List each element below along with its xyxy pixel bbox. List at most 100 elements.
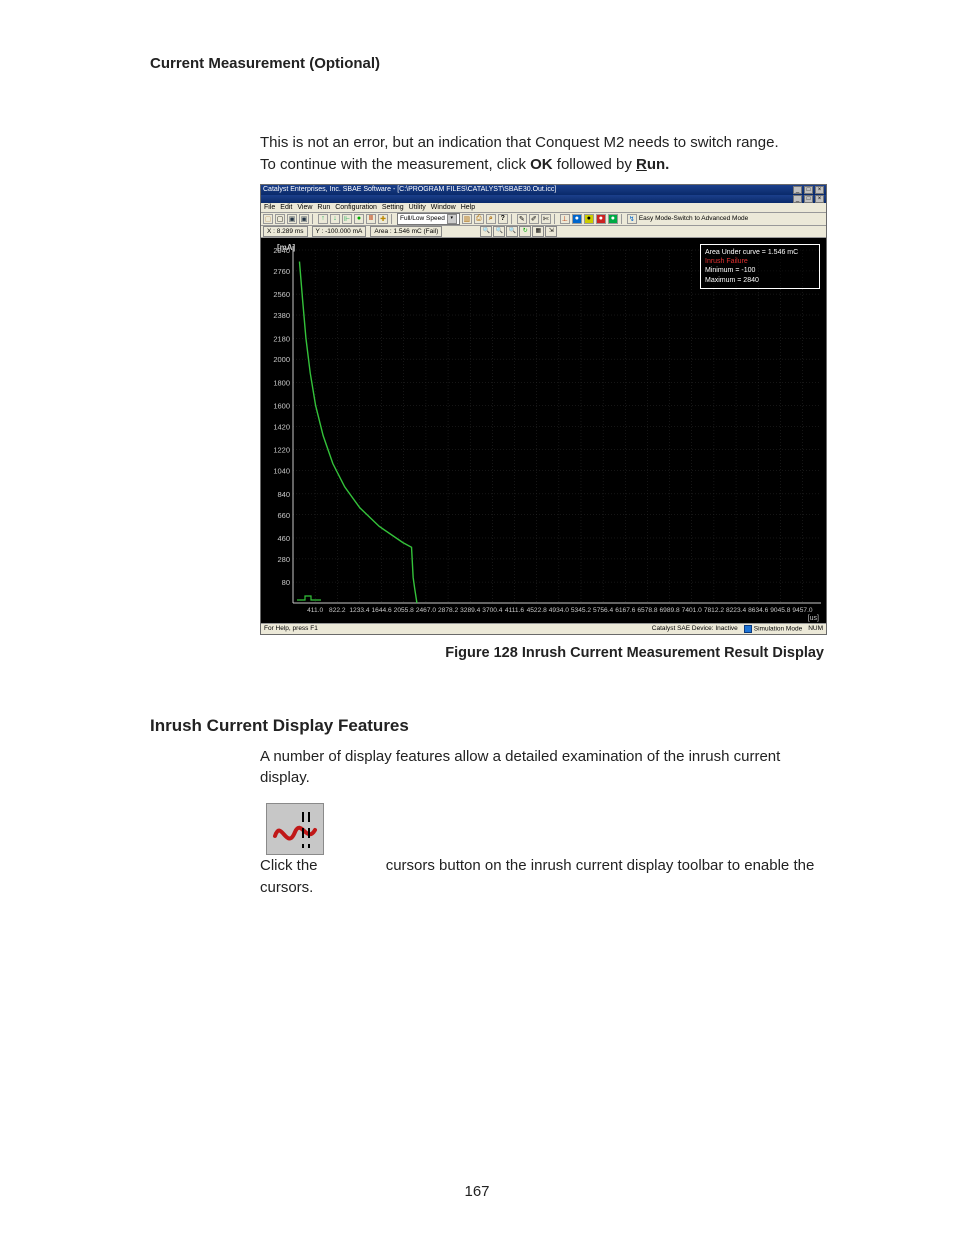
svg-text:1220: 1220: [273, 445, 290, 454]
svg-text:8223.4: 8223.4: [726, 607, 747, 614]
intro-line2b: followed by: [553, 156, 636, 173]
status-num: NUM: [808, 625, 823, 633]
save-icon[interactable]: ▣: [287, 214, 297, 224]
tool-b-icon[interactable]: ✐: [529, 214, 539, 224]
svg-text:6167.6: 6167.6: [615, 607, 636, 614]
overlay-max: Maximum = 2840: [705, 276, 815, 285]
status-help: For Help, press F1: [264, 625, 318, 632]
zoom-fit-icon[interactable]: 🔍: [506, 226, 518, 237]
statusbar: For Help, press F1 Catalyst SAE Device: …: [261, 623, 826, 634]
menu-help[interactable]: Help: [461, 203, 475, 212]
zoom-out-icon[interactable]: 🔍: [493, 226, 505, 237]
svg-text:2560: 2560: [273, 290, 290, 299]
separator-icon: [312, 214, 315, 224]
figure-caption: Figure 128 Inrush Current Measurement Re…: [260, 645, 824, 661]
speed-combo[interactable]: Full/Low Speed ▾: [397, 213, 460, 225]
mode-hint: Easy Mode-Switch to Advanced Mode: [639, 215, 748, 222]
cursors-icon[interactable]: ⊩: [342, 214, 352, 224]
svg-text:1800: 1800: [273, 378, 290, 387]
help-icon[interactable]: ?: [498, 214, 508, 224]
separator-icon: [391, 214, 394, 224]
cursors-button-icon[interactable]: [266, 803, 324, 855]
minimize-button[interactable]: _: [793, 186, 802, 194]
window-title: Catalyst Enterprises, Inc. SBAE Software…: [263, 185, 556, 195]
refresh-icon[interactable]: ↻: [519, 226, 531, 237]
down-icon[interactable]: ↓: [330, 214, 340, 224]
new-icon[interactable]: ▢: [275, 214, 285, 224]
readout-x: X : 8.289 ms: [263, 226, 308, 237]
mdi-window-controls: _ □ ×: [793, 195, 824, 203]
record-icon[interactable]: ●: [354, 214, 364, 224]
titlebar: Catalyst Enterprises, Inc. SBAE Software…: [261, 185, 826, 195]
result-overlay: Area Under curve = 1.546 mC Inrush Failu…: [700, 244, 820, 290]
led-blue-icon[interactable]: ●: [572, 214, 582, 224]
svg-text:6989.8: 6989.8: [660, 607, 681, 614]
cursor-instruction: Click the cursors button on the inrush c…: [260, 803, 824, 899]
cursors-button-icon-wrap: [266, 803, 324, 855]
svg-text:411.0: 411.0: [307, 607, 323, 614]
x-unit: [us]: [808, 615, 819, 622]
overlay-fail: Inrush Failure: [705, 257, 815, 266]
menu-file[interactable]: File: [264, 203, 275, 212]
svg-text:2940: 2940: [273, 246, 290, 255]
mdi-close-button[interactable]: ×: [815, 195, 824, 203]
axis-icon[interactable]: ⊥: [560, 214, 570, 224]
cursors-glyph-icon: [271, 808, 319, 850]
svg-text:4522.8: 4522.8: [527, 607, 548, 614]
status-device: Catalyst SAE Device: Inactive: [652, 625, 738, 633]
save2-icon[interactable]: ▣: [299, 214, 309, 224]
svg-text:6578.8: 6578.8: [637, 607, 658, 614]
menu-setting[interactable]: Setting: [382, 203, 404, 212]
plot-area[interactable]: [mA] 29402760256023802180200018001600142…: [261, 238, 826, 623]
svg-text:1600: 1600: [273, 401, 290, 410]
subheading: Inrush Current Display Features: [150, 716, 824, 736]
marker-icon[interactable]: ✚: [378, 214, 388, 224]
menu-config[interactable]: Configuration: [335, 203, 377, 212]
up-icon[interactable]: ↑: [318, 214, 328, 224]
run-label: Run.: [636, 156, 669, 173]
menu-view[interactable]: View: [297, 203, 312, 212]
svg-text:4934.0: 4934.0: [549, 607, 570, 614]
document-page: Current Measurement (Optional) This is n…: [0, 0, 954, 1235]
mdi-maximize-button[interactable]: □: [804, 195, 813, 203]
close-button[interactable]: ×: [815, 186, 824, 194]
grid-icon[interactable]: ▦: [532, 226, 544, 237]
open-icon[interactable]: ▢: [263, 214, 273, 224]
menubar: File Edit View Run Configuration Setting…: [261, 203, 826, 213]
capture-icon[interactable]: ▥: [462, 214, 472, 224]
pause-icon[interactable]: II: [366, 214, 376, 224]
svg-text:2760: 2760: [273, 266, 290, 275]
section-header: Current Measurement (Optional): [150, 55, 824, 72]
print-icon[interactable]: ⎙: [474, 214, 484, 224]
features-intro: A number of display features allow a det…: [260, 746, 824, 790]
separator-icon: [621, 214, 624, 224]
svg-text:9457.0: 9457.0: [792, 607, 813, 614]
mode-switch-icon[interactable]: ↯: [627, 214, 637, 224]
svg-text:80: 80: [282, 578, 290, 587]
status-sim: Simulation Mode: [744, 625, 802, 633]
menu-run[interactable]: Run: [317, 203, 330, 212]
svg-text:2380: 2380: [273, 311, 290, 320]
svg-text:8634.6: 8634.6: [748, 607, 769, 614]
readouts-bar: X : 8.289 ms Y : -100.000 mA Area : 1.54…: [261, 226, 826, 238]
find-icon[interactable]: ⌕: [486, 214, 496, 224]
svg-text:9045.8: 9045.8: [770, 607, 791, 614]
intro-paragraph: This is not an error, but an indication …: [260, 132, 824, 176]
speed-combo-value: Full/Low Speed: [400, 214, 445, 224]
led-green-icon[interactable]: ●: [608, 214, 618, 224]
menu-utility[interactable]: Utility: [409, 203, 426, 212]
maximize-button[interactable]: □: [804, 186, 813, 194]
menu-edit[interactable]: Edit: [280, 203, 292, 212]
mdi-minimize-button[interactable]: _: [793, 195, 802, 203]
led-yellow-icon[interactable]: ●: [584, 214, 594, 224]
chevron-down-icon: ▾: [447, 214, 457, 224]
led-red-icon[interactable]: ●: [596, 214, 606, 224]
menu-window[interactable]: Window: [431, 203, 456, 212]
zoom-in-icon[interactable]: 🔍: [480, 226, 492, 237]
svg-text:1420: 1420: [273, 422, 290, 431]
intro-line2a: To continue with the measurement, click: [260, 156, 530, 173]
svg-text:460: 460: [277, 533, 290, 542]
export-icon[interactable]: ⇲: [545, 226, 557, 237]
tool-a-icon[interactable]: ✎: [517, 214, 527, 224]
tool-c-icon[interactable]: ✄: [541, 214, 551, 224]
